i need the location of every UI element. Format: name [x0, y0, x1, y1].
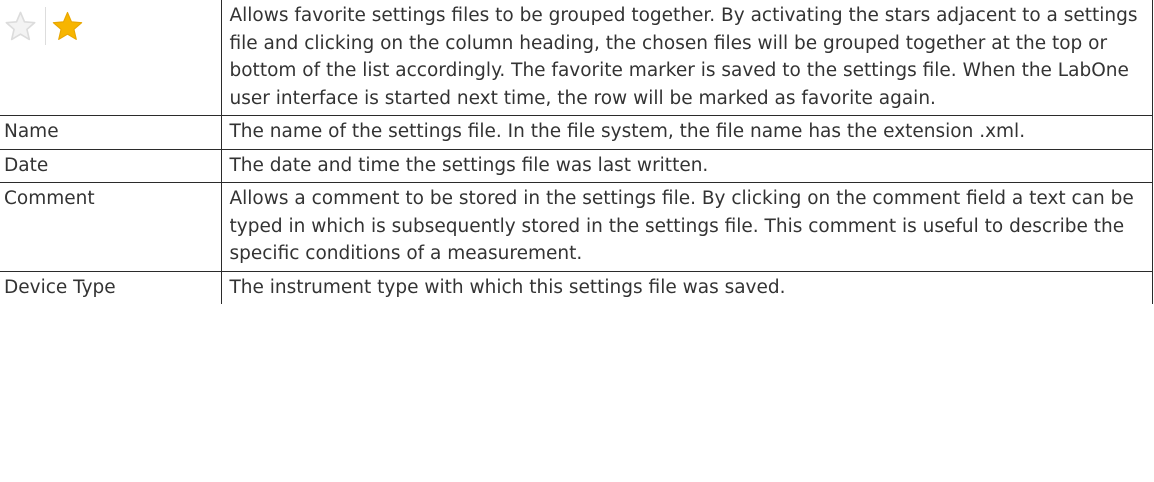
- star-outline-icon: [5, 11, 36, 40]
- table-row-name: Name The name of the settings file. In t…: [0, 115, 1153, 150]
- comment-description: Allows a comment to be stored in the set…: [220, 182, 1153, 272]
- term-device-type: Device Type: [0, 270, 222, 304]
- favorite-stars: [4, 2, 213, 50]
- date-description: The date and time the settings file was …: [220, 148, 1153, 183]
- settings-columns-table: Allows favorite settings files to be gro…: [0, 0, 1153, 304]
- star-divider: [45, 7, 46, 45]
- favorite-description: Allows favorite settings files to be gro…: [220, 0, 1153, 116]
- term-comment: Comment: [0, 182, 222, 272]
- table-row-device-type: Device Type The instrument type with whi…: [0, 270, 1153, 304]
- table-row-favorite: Allows favorite settings files to be gro…: [0, 0, 1153, 116]
- favorite-stars-cell: [0, 0, 222, 116]
- star-filled-icon: [52, 11, 83, 40]
- term-date: Date: [0, 148, 222, 183]
- table-row-date: Date The date and time the settings file…: [0, 148, 1153, 183]
- name-description: The name of the settings file. In the fi…: [220, 115, 1153, 150]
- term-name: Name: [0, 115, 222, 150]
- table-row-comment: Comment Allows a comment to be stored in…: [0, 182, 1153, 272]
- device-type-description: The instrument type with which this sett…: [220, 270, 1153, 304]
